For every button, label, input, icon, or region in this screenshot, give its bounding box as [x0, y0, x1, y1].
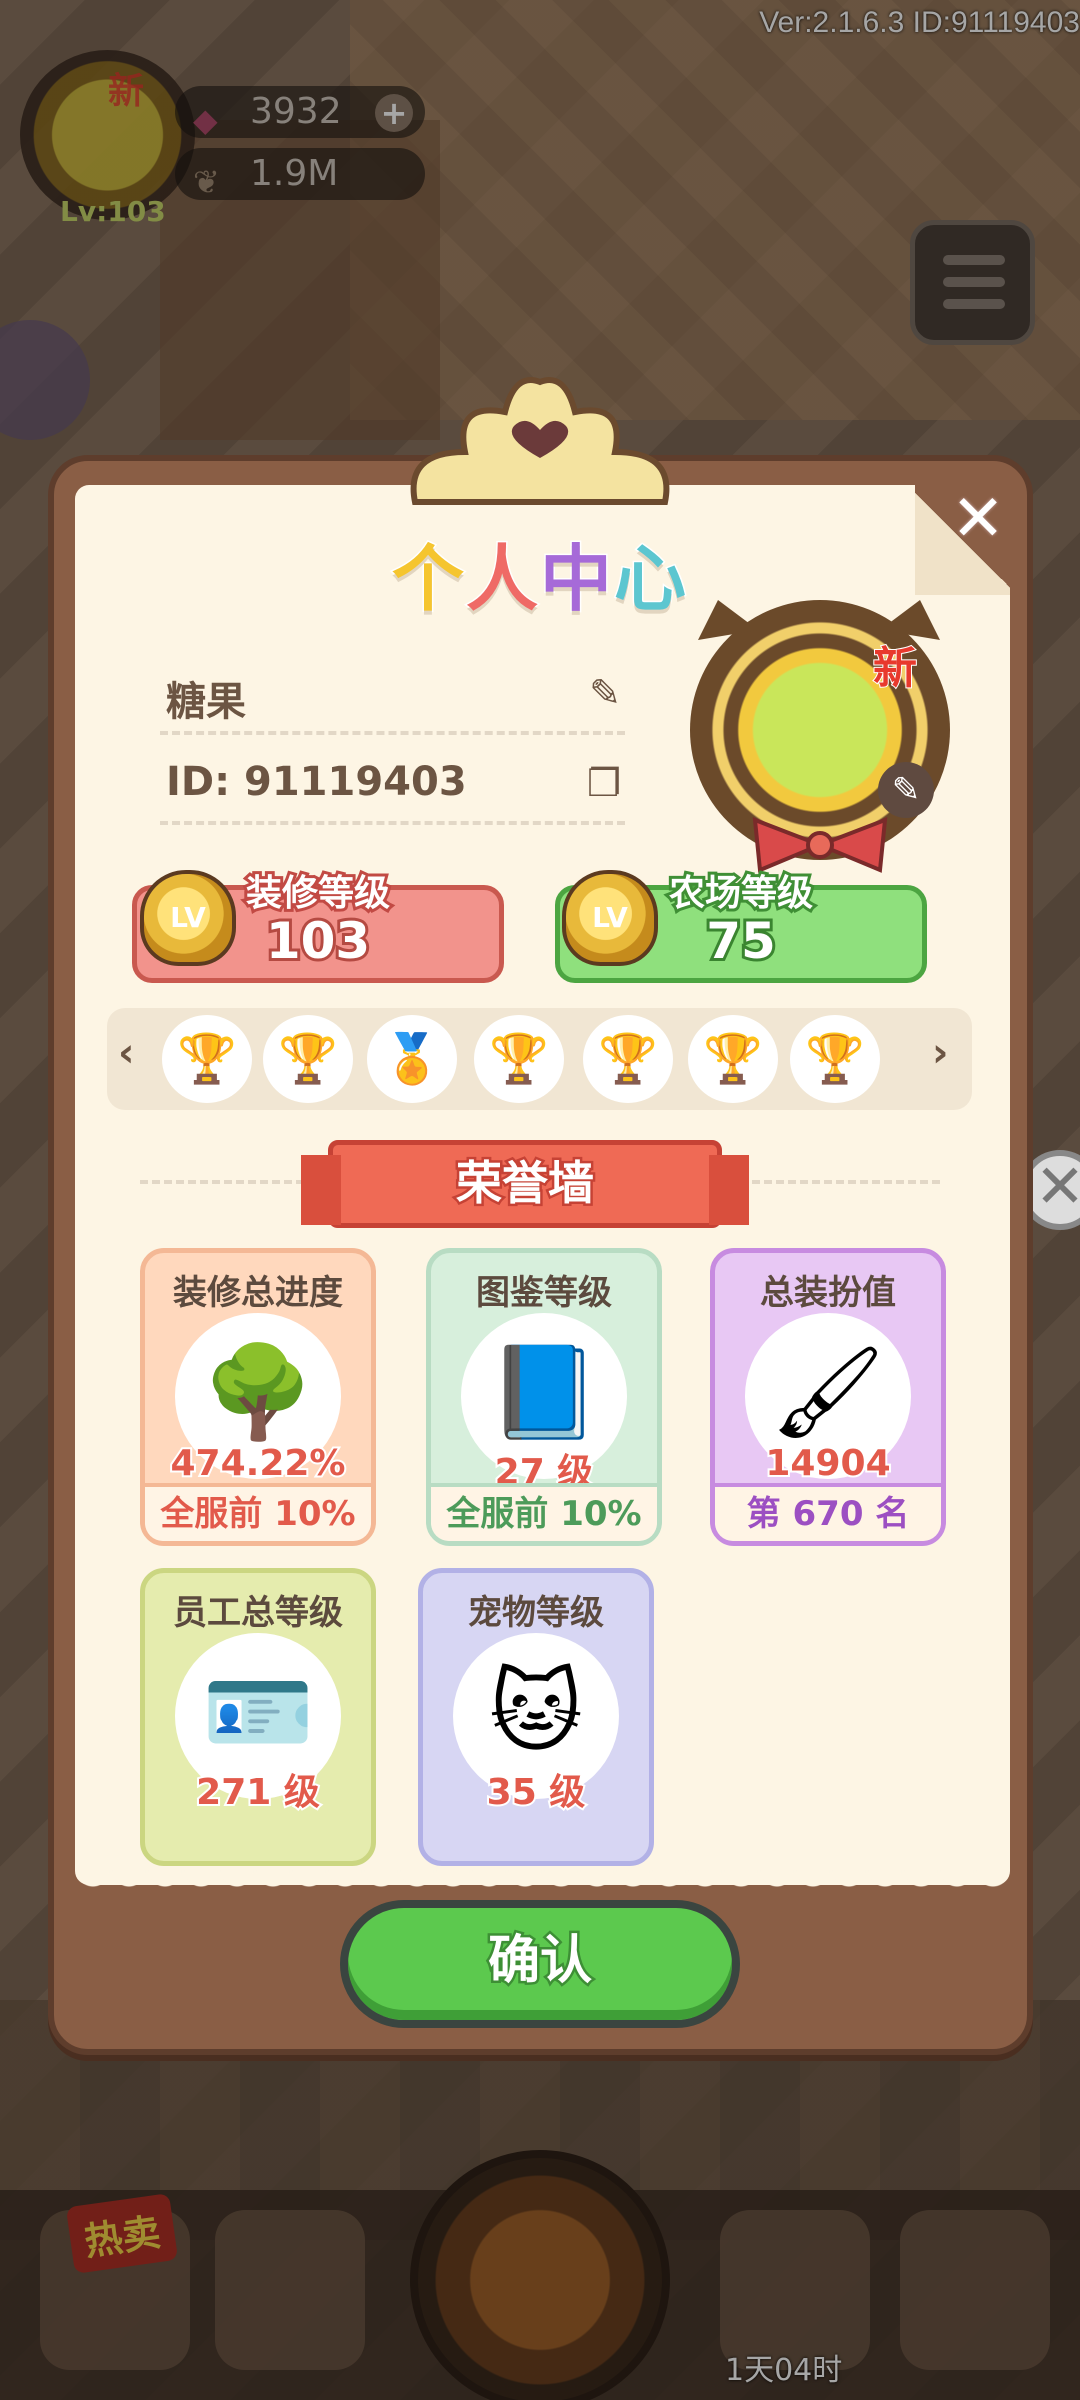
- nickname-field: 糖果 ✎: [160, 655, 625, 735]
- trophy-icon[interactable]: 🏆: [583, 1015, 673, 1103]
- card-rank: 全服前 10%: [145, 1483, 371, 1541]
- close-dialog-button[interactable]: ✕: [948, 487, 1008, 551]
- medal-icon[interactable]: 🏅: [367, 1015, 457, 1103]
- card-title: 图鉴等级: [476, 1273, 612, 1313]
- card-value: 271 级: [194, 1770, 322, 1815]
- paper-bottom-edge: [75, 1870, 1010, 1900]
- nickname-text: 糖果: [166, 679, 246, 725]
- chevron-right-icon[interactable]: ›: [932, 1030, 948, 1076]
- card-value: 14904: [763, 1441, 892, 1486]
- heart-crown-icon: [410, 377, 670, 505]
- stat-card-staff-level[interactable]: 员工总等级 🪪 271 级: [140, 1568, 376, 1866]
- trophy-icon[interactable]: 🏆: [162, 1015, 252, 1103]
- chevron-left-icon[interactable]: ‹: [118, 1030, 134, 1076]
- card-value: 35 级: [485, 1770, 588, 1815]
- trophy-icon[interactable]: 🏆: [263, 1015, 353, 1103]
- stat-card-decoration-progress[interactable]: 装修总进度 🌳 474.22% 全服前 10%: [140, 1248, 376, 1546]
- copy-id-icon[interactable]: ❐: [587, 761, 621, 805]
- edit-avatar-icon[interactable]: ✎: [878, 762, 934, 818]
- player-id-text: ID: 91119403: [166, 759, 467, 805]
- card-title: 宠物等级: [468, 1593, 604, 1633]
- card-rank: 全服前 10%: [431, 1483, 657, 1541]
- edit-name-icon[interactable]: ✎: [589, 671, 621, 715]
- farm-badge-icon: LV: [562, 870, 658, 966]
- dialog-title: 个人中心: [390, 536, 689, 623]
- stat-card-collection-level[interactable]: 图鉴等级 📘 27 级 全服前 10%: [426, 1248, 662, 1546]
- trophy-icon[interactable]: 🏆: [688, 1015, 778, 1103]
- avatar-new-badge: 新: [872, 642, 918, 695]
- trophy-icon[interactable]: 🏆: [790, 1015, 880, 1103]
- card-value: 474.22%: [169, 1441, 348, 1486]
- card-title: 总装扮值: [760, 1273, 896, 1313]
- stat-card-pet-level[interactable]: 宠物等级 🐱 35 级: [418, 1568, 654, 1866]
- card-rank: 第 670 名: [715, 1483, 941, 1541]
- confirm-button[interactable]: 确认: [340, 1900, 740, 2028]
- card-title: 装修总进度: [173, 1273, 343, 1313]
- card-title: 员工总等级: [173, 1593, 343, 1633]
- trophy-icon[interactable]: 🏆: [474, 1015, 564, 1103]
- player-id-field: ID: 91119403 ❐: [160, 745, 625, 825]
- level-badge-icon: LV: [140, 870, 236, 966]
- honor-wall-title: 荣誉墙: [301, 1140, 749, 1228]
- stat-card-dress-value[interactable]: 总装扮值 🖌 14904 第 670 名: [710, 1248, 946, 1546]
